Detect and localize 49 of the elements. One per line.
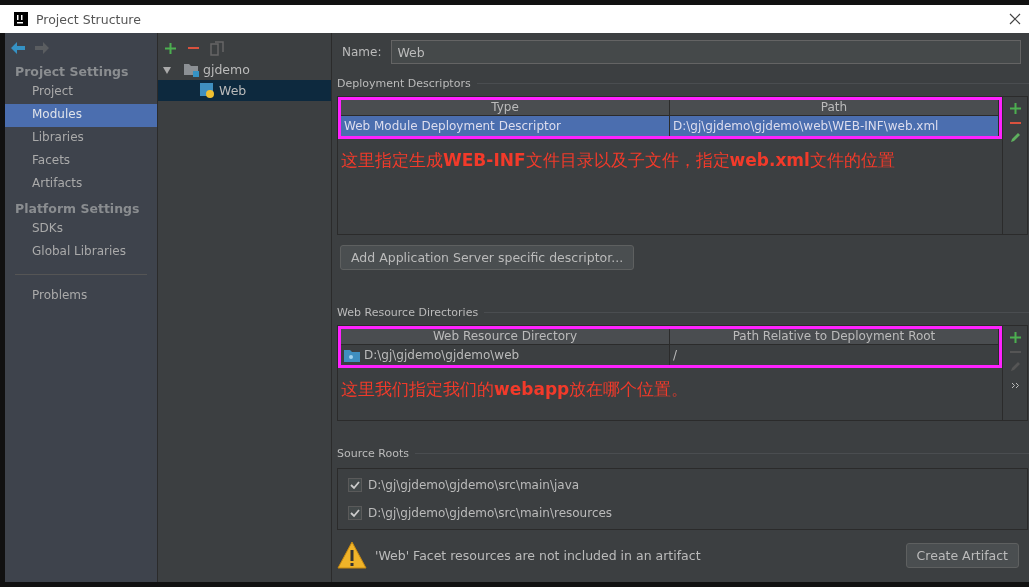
column-header[interactable]: Type [341, 100, 670, 116]
source-root-path: D:\gj\gjdemo\gjdemo\src\main\java [368, 478, 580, 492]
annotation-text: 这里指定生成WEB-INF文件目录以及子文件，指定web.xml文件的位置 [340, 149, 896, 172]
close-icon[interactable] [1009, 13, 1021, 25]
sidebar-item[interactable]: Project [5, 81, 157, 104]
pencil-icon[interactable] [1008, 131, 1022, 144]
sidebar-item[interactable]: Problems [5, 285, 157, 308]
sidebar-item[interactable]: SDKs [5, 218, 157, 241]
column-header[interactable]: Web Resource Directory [341, 329, 670, 345]
section-title: Source Roots [337, 447, 1029, 460]
name-field[interactable]: Web [391, 40, 1021, 64]
add-descriptor-button[interactable]: Add Application Server specific descriptor... [340, 245, 635, 270]
window-title: Project Structure [36, 11, 142, 27]
app-logo-icon [14, 12, 28, 26]
sidebar-item[interactable]: Facets [5, 150, 157, 173]
add-icon[interactable] [164, 41, 177, 55]
section-title: Web Resource Directories [337, 306, 1029, 319]
sidebar-item[interactable]: Libraries [5, 127, 157, 150]
source-root-path: D:\gj\gjdemo\gjdemo\src\main\resources [368, 506, 613, 520]
add-icon[interactable] [1008, 102, 1022, 115]
web-module-icon [200, 83, 215, 98]
table-cell[interactable]: D:\gj\gjdemo\gjdemo\web\WEB-INF\web.xml [670, 116, 999, 136]
annotation-text: 这里我们指定我们的webapp放在哪个位置。 [340, 378, 690, 401]
tree-item[interactable]: gjdemo [203, 62, 250, 77]
remove-icon[interactable] [187, 46, 200, 50]
table-cell[interactable]: D:\gj\gjdemo\gjdemo\web [341, 345, 670, 365]
column-header[interactable]: Path Relative to Deployment Root [670, 329, 999, 345]
warning-message: 'Web' Facet resources are not included in an artifact [375, 547, 702, 563]
create-artifact-button[interactable]: Create Artifact [905, 542, 1019, 568]
sidebar-item[interactable]: Modules [5, 104, 157, 127]
expand-arrow-icon[interactable] [162, 64, 172, 75]
folder-icon [184, 62, 199, 77]
remove-icon[interactable] [1008, 121, 1022, 125]
add-icon[interactable] [1008, 331, 1022, 344]
sidebar-item[interactable]: Artifacts [5, 173, 157, 196]
back-arrow-icon[interactable] [11, 42, 25, 54]
folder-icon [344, 348, 360, 362]
section-title: Deployment Descriptors [337, 77, 1029, 90]
checkbox[interactable] [348, 506, 362, 520]
table-cell[interactable]: / [670, 345, 999, 365]
sidebar-item[interactable]: Global Libraries [5, 241, 157, 264]
table-cell[interactable]: Web Module Deployment Descriptor [341, 116, 670, 136]
warning-icon [337, 541, 367, 569]
column-header[interactable]: Path [670, 100, 999, 116]
checkbox[interactable] [348, 478, 362, 492]
sidebar-section-title: Project Settings [14, 63, 130, 81]
sidebar-section-title: Platform Settings [14, 200, 141, 218]
name-label: Name: [342, 45, 382, 59]
tree-item[interactable]: Web [219, 83, 247, 98]
